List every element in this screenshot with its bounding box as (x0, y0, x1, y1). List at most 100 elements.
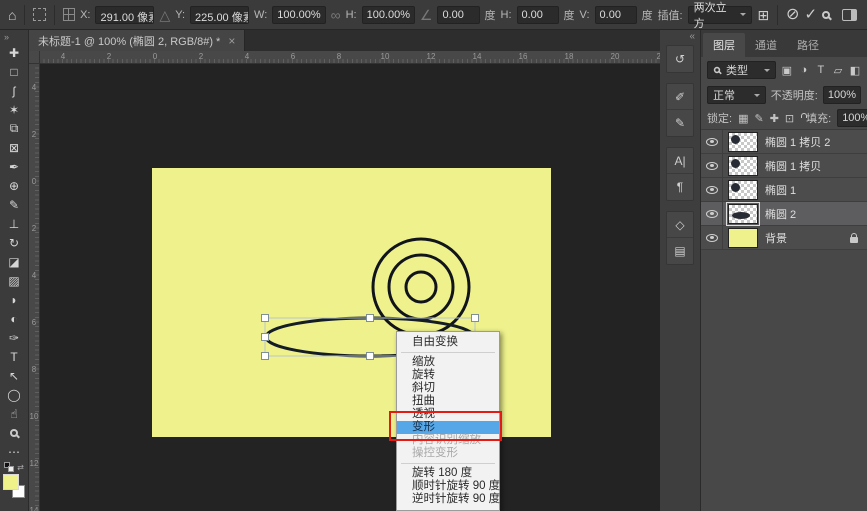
visibility-cell[interactable] (701, 226, 723, 249)
filter-type-icon[interactable]: T (815, 64, 827, 76)
layer-row[interactable]: 椭圆 1 拷贝 2 (701, 130, 867, 154)
layer-thumbnail[interactable] (728, 180, 758, 200)
opacity-value[interactable]: 100% (823, 86, 861, 104)
path-selection-tool[interactable]: ↖ (2, 366, 27, 385)
vertical-ruler[interactable]: 4202468101214 (29, 64, 40, 511)
menu-item-rotate-90-ccw[interactable]: 逆时针旋转 90 度 (397, 493, 499, 506)
document-tab[interactable]: 未标题-1 @ 100% (椭圆 2, RGB/8#) * × (29, 30, 245, 51)
zoom-tool[interactable] (2, 423, 27, 442)
search-icon[interactable] (822, 11, 830, 19)
history-panel-icon[interactable]: ↺ (667, 46, 693, 72)
height-input[interactable]: 100.00% (362, 6, 415, 24)
menu-item-free-transform[interactable]: 自由变换 (397, 336, 499, 349)
workspace-icon[interactable] (842, 9, 857, 21)
filter-pixel-icon[interactable]: ▣ (781, 64, 793, 77)
transform-handle[interactable] (472, 315, 479, 322)
transform-handle[interactable] (262, 334, 269, 341)
history-brush-tool[interactable]: ↻ (2, 233, 27, 252)
filter-smart-object-icon[interactable]: ◧ (849, 64, 861, 77)
brush-tool[interactable]: ✎ (2, 195, 27, 214)
y-input[interactable]: 225.00 像素 (190, 6, 249, 24)
layer-thumbnail[interactable] (728, 156, 758, 176)
canvas-viewport[interactable] (40, 64, 660, 511)
filter-kind-dropdown[interactable]: 类型 (707, 61, 776, 79)
reference-point-icon[interactable] (63, 8, 75, 21)
interpolation-dropdown[interactable]: 两次立方 (688, 6, 753, 24)
menu-item-rotate-180[interactable]: 旋转 180 度 (397, 467, 499, 480)
layer-row-selected[interactable]: 椭圆 2 (701, 202, 867, 226)
pen-tool[interactable]: ✑ (2, 328, 27, 347)
home-icon[interactable]: ⌂ (8, 8, 16, 22)
commit-transform-icon[interactable]: ✓ (804, 7, 817, 22)
hskew-input[interactable]: 0.00 (517, 6, 559, 24)
tab-paths[interactable]: 路径 (787, 33, 829, 57)
collapse-panels-icon[interactable]: « (660, 30, 700, 45)
lock-position-icon[interactable]: ✚ (770, 112, 779, 125)
lock-pixels-icon[interactable]: ✎ (754, 112, 763, 125)
healing-brush-tool[interactable]: ⊕ (2, 176, 27, 195)
link-icon[interactable]: ∞ (331, 8, 341, 22)
paragraph-panel-icon[interactable]: ¶ (667, 174, 693, 200)
foreground-color-swatch[interactable] (3, 474, 19, 490)
marquee-tool[interactable]: □ (2, 62, 27, 81)
hand-tool[interactable]: ☝ (2, 404, 27, 423)
layer-row[interactable]: 椭圆 1 (701, 178, 867, 202)
frame-tool[interactable]: ⊠ (2, 138, 27, 157)
gradient-tool[interactable]: ▨ (2, 271, 27, 290)
brush-settings-panel-icon[interactable]: ✐ (667, 84, 693, 110)
visibility-cell[interactable] (701, 178, 723, 201)
transform-handle[interactable] (367, 353, 374, 360)
rotate-input[interactable]: 0.00 (437, 6, 479, 24)
menu-item-skew[interactable]: 斜切 (397, 382, 499, 395)
lasso-tool[interactable]: ʃ (2, 81, 27, 100)
clone-stamp-tool[interactable]: ⊥ (2, 214, 27, 233)
layer-row-background[interactable]: 背景 (701, 226, 867, 250)
character-panel-icon[interactable]: A| (667, 148, 693, 174)
transform-handle[interactable] (367, 315, 374, 322)
vskew-input[interactable]: 0.00 (595, 6, 637, 24)
visibility-cell[interactable] (701, 130, 723, 153)
menu-item-distort[interactable]: 扭曲 (397, 395, 499, 408)
3d-panel-icon[interactable]: ◇ (667, 212, 693, 238)
menu-item-scale[interactable]: 缩放 (397, 356, 499, 369)
horizontal-ruler[interactable]: 420246810121416182022 (40, 51, 660, 64)
transform-handle[interactable] (262, 353, 269, 360)
menu-item-rotate[interactable]: 旋转 (397, 369, 499, 382)
libraries-panel-icon[interactable]: ▤ (667, 238, 693, 264)
menu-item-rotate-90-cw[interactable]: 顺时针旋转 90 度 (397, 480, 499, 493)
move-tool[interactable]: ✚ (2, 43, 27, 62)
cancel-transform-icon[interactable]: ⊘ (786, 7, 799, 23)
width-input[interactable]: 100.00% (272, 6, 325, 24)
edit-toolbar-button[interactable]: ⋯ (2, 442, 27, 461)
layer-thumbnail[interactable] (728, 132, 758, 152)
relative-positioning-icon[interactable]: △ (159, 8, 170, 22)
dodge-tool[interactable]: ◐ (2, 309, 27, 328)
blend-mode-dropdown[interactable]: 正常 (707, 86, 766, 104)
transform-handle[interactable] (262, 315, 269, 322)
x-input[interactable]: 291.00 像素 (95, 6, 154, 24)
transform-bbox-icon[interactable] (33, 8, 45, 21)
layer-thumbnail[interactable] (728, 204, 758, 224)
layer-row[interactable]: 椭圆 1 拷贝 (701, 154, 867, 178)
blur-tool[interactable]: ◗ (2, 290, 27, 309)
visibility-cell[interactable] (701, 154, 723, 177)
brushes-panel-icon[interactable]: ✎ (667, 110, 693, 136)
filter-adjustment-icon[interactable]: ◑ (798, 64, 810, 76)
ellipse-tool[interactable]: ◯ (2, 385, 27, 404)
type-tool[interactable]: T (2, 347, 27, 366)
visibility-cell[interactable] (701, 202, 723, 225)
fill-value[interactable]: 100% (837, 109, 867, 127)
close-icon[interactable]: × (228, 34, 235, 48)
lock-transparent-icon[interactable]: ▦ (738, 112, 748, 125)
filter-shape-icon[interactable]: ▱ (832, 64, 844, 77)
tab-channels[interactable]: 通道 (745, 33, 787, 57)
eyedropper-tool[interactable]: ✒ (2, 157, 27, 176)
lock-artboard-icon[interactable]: ⊡ (785, 112, 794, 125)
quick-selection-tool[interactable]: ✶ (2, 100, 27, 119)
tab-layers[interactable]: 图层 (703, 33, 745, 57)
eraser-tool[interactable]: ◪ (2, 252, 27, 271)
swap-colors-icon[interactable]: ⇄ (17, 463, 24, 472)
toolbox-expand-icon[interactable]: » (0, 30, 9, 43)
crop-tool[interactable]: ⧉ (2, 119, 27, 138)
warp-mode-toggle-icon[interactable]: ⊞ (757, 8, 769, 22)
